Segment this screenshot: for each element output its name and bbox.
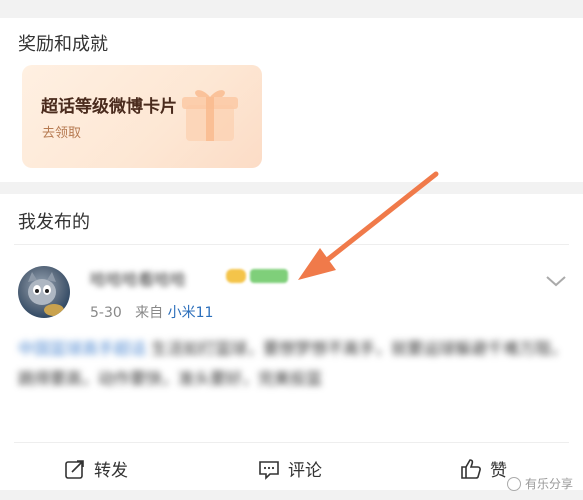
comment-button[interactable]: 评论: [258, 456, 322, 481]
gift-box-icon: [182, 90, 238, 141]
my-posts-title: 我发布的: [18, 212, 90, 233]
chevron-down-icon[interactable]: [545, 274, 567, 288]
comment-label: 评论: [288, 461, 322, 481]
repost-label: 转发: [94, 461, 128, 481]
watermark-logo-icon: [506, 476, 521, 491]
avatar-cat-icon: [28, 272, 64, 316]
post-date: 5-30: [90, 305, 122, 321]
watermark: 有乐分享: [506, 475, 573, 492]
reward-card-title: 超话等级微博卡片: [41, 97, 177, 117]
comment-icon: [259, 460, 279, 480]
like-button[interactable]: 赞: [460, 456, 507, 481]
vip-badge-icon: [226, 269, 246, 283]
thumbs-up-icon: [461, 458, 481, 479]
post-username[interactable]: 哈哈哈看哈哈: [90, 266, 186, 290]
repost-button[interactable]: 转发: [64, 456, 128, 481]
rewards-section-title: 奖励和成就: [18, 34, 108, 55]
post-meta: 5-30 来自 小米11: [90, 302, 213, 322]
avatar[interactable]: [18, 266, 70, 318]
my-posts-section: 我发布的 哈哈哈看哈哈 5-30 来自 小米11 中国篮球高手超话 生活如打篮球…: [0, 194, 583, 490]
source-prefix: 来自: [135, 305, 164, 321]
like-label: 赞: [490, 461, 507, 481]
rewards-section: 奖励和成就 超话等级微博卡片 去领取: [0, 18, 583, 182]
repost-icon: [65, 459, 84, 479]
watermark-text: 有乐分享: [524, 477, 573, 491]
post-topic-link[interactable]: 中国篮球高手超话: [18, 339, 146, 358]
post-actions: 转发 评论 赞: [0, 450, 583, 486]
weibo-card-reward[interactable]: 超话等级微博卡片 去领取: [22, 65, 262, 168]
divider: [14, 244, 569, 245]
claim-link[interactable]: 去领取: [42, 122, 81, 141]
post-body[interactable]: 中国篮球高手超话 生活如打篮球，要想梦想不离手，就要运球躲避千难万阻，跳得要高，…: [18, 334, 578, 394]
post-source[interactable]: 小米11: [168, 305, 214, 321]
level-badge-icon: [250, 269, 288, 283]
divider: [14, 442, 569, 443]
